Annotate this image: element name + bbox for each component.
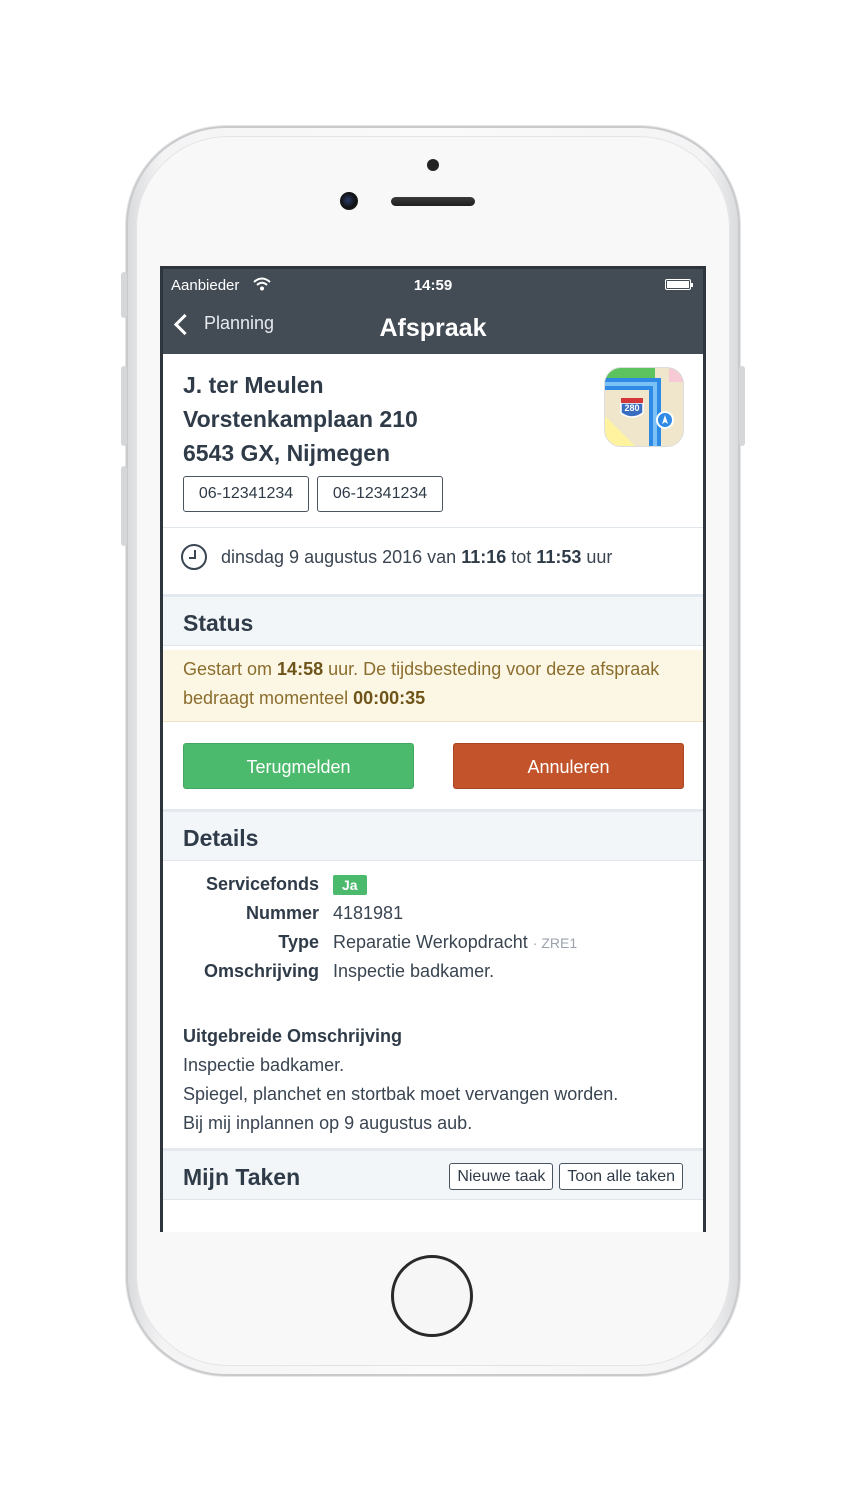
- details-list: Servicefonds Ja Nummer 4181981 Type Repa…: [163, 874, 703, 990]
- elapsed-time: 00:00:35: [353, 688, 426, 708]
- extended-description: Uitgebreide Omschrijving Inspectie badka…: [183, 1022, 618, 1138]
- volume-up-button: [121, 366, 127, 446]
- start-time: 11:16: [461, 546, 507, 567]
- earpiece-speaker: [391, 197, 475, 206]
- navigation-bar: Planning Afspraak: [163, 303, 703, 354]
- screen: Aanbieder 14:59 Planning Afspraak J. ter…: [160, 266, 706, 1232]
- detail-value: Reparatie Werkopdracht: [333, 932, 528, 952]
- status-title: Status: [183, 610, 254, 636]
- detail-row-servicefonds: Servicefonds Ja: [163, 874, 703, 903]
- detail-label: Type: [278, 932, 319, 952]
- cancel-button[interactable]: Annuleren: [453, 743, 684, 789]
- street-address: Vorstenkamplaan 210: [183, 406, 418, 432]
- date-suffix: uur: [586, 546, 613, 567]
- clock-icon: [181, 544, 207, 570]
- customer-name: J. ter Meulen: [183, 372, 324, 398]
- report-back-button[interactable]: Terugmelden: [183, 743, 414, 789]
- phone-buttons: 06-12341234 06-12341234: [183, 476, 443, 512]
- type-code: · ZRE1: [532, 935, 578, 951]
- detail-row-nummer: Nummer 4181981: [163, 903, 703, 932]
- detail-value: Inspectie badkamer.: [333, 961, 495, 981]
- status-alert: Gestart om 14:58 uur. De tijdsbesteding …: [163, 650, 703, 722]
- extended-description-line: Bij mij inplannen op 9 augustus aub.: [183, 1113, 473, 1133]
- power-button: [739, 366, 745, 446]
- details-section-header: Details: [163, 809, 703, 861]
- extended-description-title: Uitgebreide Omschrijving: [183, 1026, 403, 1046]
- maps-icon[interactable]: 280: [605, 368, 683, 446]
- battery-icon: [665, 279, 693, 290]
- call-phone-1-button[interactable]: 06-12341234: [183, 476, 309, 512]
- detail-label: Servicefonds: [205, 874, 319, 894]
- end-time: 11:53: [536, 546, 582, 567]
- date-mid: tot: [511, 546, 532, 567]
- call-phone-2-button[interactable]: 06-12341234: [317, 476, 443, 512]
- task-actions: Nieuwe taak Toon alle taken: [449, 1163, 683, 1190]
- status-section-header: Status: [163, 594, 703, 646]
- detail-value: 4181981: [333, 903, 404, 923]
- address-block: J. ter Meulen Vorstenkamplaan 210 6543 G…: [183, 368, 418, 470]
- maps-route-label: 280: [624, 403, 639, 413]
- detail-label: Omschrijving: [203, 961, 319, 981]
- postal-city: 6543 GX, Nijmegen: [183, 440, 391, 466]
- status-text-1: Gestart om: [183, 659, 273, 679]
- front-camera: [340, 192, 358, 210]
- appointment-time: dinsdag 9 augustus 2016 van 11:16 tot 11…: [181, 544, 612, 570]
- divider: [163, 527, 703, 528]
- proximity-sensor: [427, 159, 439, 171]
- tasks-title: Mijn Taken: [183, 1164, 301, 1190]
- home-button[interactable]: [391, 1255, 473, 1337]
- tasks-section-header: Mijn Taken Nieuwe taak Toon alle taken: [163, 1148, 703, 1200]
- details-title: Details: [183, 825, 259, 851]
- mute-switch: [121, 272, 127, 318]
- status-bar: Aanbieder 14:59: [163, 269, 703, 303]
- detail-label: Nummer: [245, 903, 319, 923]
- show-all-tasks-button[interactable]: Toon alle taken: [559, 1163, 683, 1190]
- appointment-content[interactable]: J. ter Meulen Vorstenkamplaan 210 6543 G…: [163, 354, 703, 1232]
- volume-down-button: [121, 466, 127, 546]
- date-prefix: dinsdag 9 augustus 2016 van: [221, 546, 457, 567]
- started-time: 14:58: [277, 659, 324, 679]
- extended-description-line: Inspectie badkamer.: [183, 1055, 345, 1075]
- new-task-button[interactable]: Nieuwe taak: [449, 1163, 554, 1190]
- clock-time: 14:59: [413, 277, 453, 294]
- servicefonds-badge: Ja: [333, 875, 367, 895]
- extended-description-line: Spiegel, planchet en stortbak moet verva…: [183, 1084, 619, 1104]
- page-title: Afspraak: [379, 314, 487, 342]
- detail-row-type: Type Reparatie Werkopdracht · ZRE1: [163, 932, 703, 961]
- detail-row-omschrijving: Omschrijving Inspectie badkamer.: [163, 961, 703, 990]
